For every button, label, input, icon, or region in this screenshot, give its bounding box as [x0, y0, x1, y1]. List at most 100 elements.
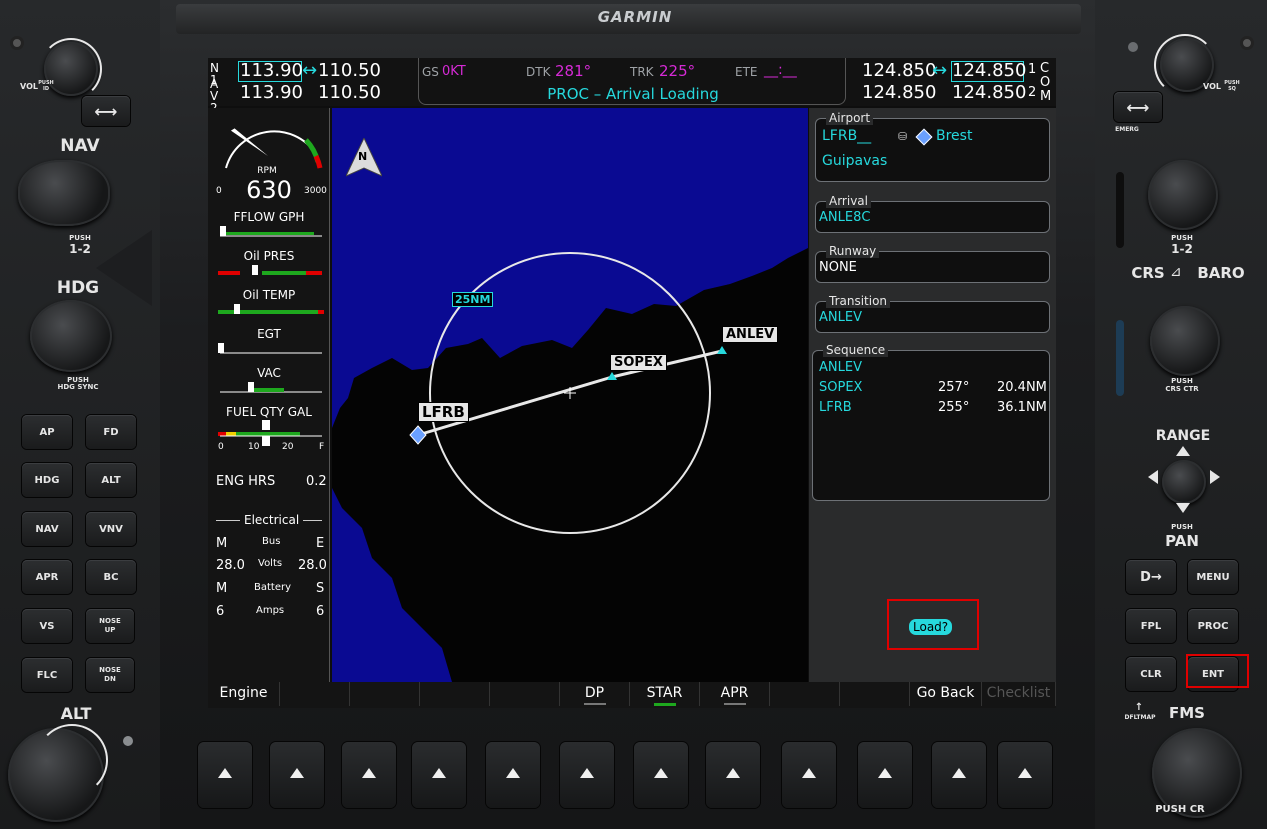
- softkey-blank-3[interactable]: [350, 682, 420, 706]
- softkey-button-10[interactable]: [858, 742, 912, 808]
- softkey-button-12[interactable]: [998, 742, 1052, 808]
- garmin-logo: GARMIN: [597, 8, 673, 26]
- alt-button[interactable]: ALT: [86, 463, 136, 497]
- hdg-button[interactable]: HDG: [22, 463, 72, 497]
- transition-title: Transition: [826, 294, 891, 308]
- proc-button[interactable]: PROC: [1188, 609, 1238, 643]
- softkey-engine[interactable]: Engine: [208, 682, 280, 706]
- nav1-active-freq[interactable]: 113.90: [240, 60, 303, 81]
- com-knob[interactable]: [1148, 160, 1218, 230]
- softkey-button-1[interactable]: [198, 742, 252, 808]
- softkey-button-11[interactable]: [932, 742, 986, 808]
- runway-value[interactable]: NONE: [819, 260, 857, 275]
- range-label: 25NM: [452, 292, 494, 307]
- range-knob[interactable]: [1162, 460, 1206, 504]
- softkey-button-4[interactable]: [412, 742, 466, 808]
- nav1-standby-freq[interactable]: 110.50: [318, 60, 381, 81]
- sequence-wpt-2: SOPEX: [819, 380, 863, 395]
- com1-standby-freq[interactable]: 124.850: [952, 60, 1026, 81]
- range-up-arrow-icon[interactable]: [1176, 446, 1190, 456]
- softkey-button-8[interactable]: [706, 742, 760, 808]
- pan-label: PAN: [1165, 532, 1199, 550]
- sequence-wpt-1: ANLEV: [819, 360, 862, 375]
- softkey-arrow-icon: [802, 768, 816, 778]
- transition-value[interactable]: ANLEV: [819, 310, 862, 325]
- com2-label: 2: [1028, 85, 1037, 100]
- com-swap-button[interactable]: ⟷: [1114, 92, 1162, 122]
- volts-m-value: 28.0: [216, 558, 245, 573]
- mfd-screen: N 1 A V 2 113.90 ↔ 110.50 113.90 110.50 …: [208, 58, 1056, 708]
- softkey-blank-5[interactable]: [490, 682, 560, 706]
- softkey-button-6[interactable]: [560, 742, 614, 808]
- range-label: RANGE: [1155, 428, 1211, 444]
- softkey-checklist[interactable]: Checklist: [982, 682, 1056, 706]
- apr-button[interactable]: APR: [22, 560, 72, 594]
- flc-button[interactable]: FLC: [22, 658, 72, 692]
- egt-label: EGT: [257, 327, 281, 341]
- vnv-button[interactable]: VNV: [86, 512, 136, 546]
- fuel-qty-label: FUEL QTY GAL: [226, 405, 312, 419]
- vac-label: VAC: [257, 366, 281, 380]
- oil-temp-label: Oil TEMP: [242, 288, 296, 302]
- nose-up-button[interactable]: NOSE UP: [86, 609, 134, 643]
- baro-label: BARO: [1197, 264, 1245, 282]
- range-down-arrow-icon[interactable]: [1176, 503, 1190, 513]
- softkey-go-back[interactable]: Go Back: [910, 682, 982, 706]
- runway-title: Runway: [826, 244, 880, 258]
- nav-button[interactable]: NAV: [22, 512, 72, 546]
- airport-ident-field[interactable]: LFRB__: [822, 128, 871, 144]
- crs-label: CRS: [1131, 264, 1165, 282]
- softkey-blank-9[interactable]: [770, 682, 840, 706]
- vs-button[interactable]: VS: [22, 609, 72, 643]
- nose-dn-button[interactable]: NOSE DN: [86, 658, 134, 692]
- sequence-dist-3: 36.1NM: [997, 400, 1047, 415]
- fpl-button[interactable]: FPL: [1126, 609, 1176, 643]
- alt-label: ALT: [60, 704, 92, 723]
- menu-button[interactable]: MENU: [1188, 560, 1238, 594]
- navigation-map[interactable]: N 25NM LFRB SOPEX ANLEV: [332, 108, 808, 682]
- dimmer-slot: [1116, 320, 1124, 396]
- gs-label: GS: [422, 65, 439, 79]
- coastline-land: [332, 248, 808, 682]
- fuel-tick-20: 20: [282, 442, 294, 452]
- com2-active-freq[interactable]: 124.850: [862, 82, 936, 103]
- amps-s-value: 6: [316, 604, 325, 619]
- softkey-button-7[interactable]: [634, 742, 688, 808]
- north-arrow-icon: N: [344, 136, 384, 178]
- clr-button[interactable]: CLR: [1126, 657, 1176, 691]
- softkey-button-9[interactable]: [782, 742, 836, 808]
- softkey-button-2[interactable]: [270, 742, 324, 808]
- waypoint-label-anlev: ANLEV: [722, 326, 779, 343]
- bc-button[interactable]: BC: [86, 560, 136, 594]
- com1-active-freq[interactable]: 124.850: [862, 60, 936, 81]
- battery-s-label: S: [316, 581, 325, 596]
- fd-button[interactable]: FD: [86, 415, 136, 449]
- softkey-blank-2[interactable]: [280, 682, 350, 706]
- oil-pres-gauge: [218, 265, 322, 275]
- battery-label: Battery: [254, 582, 292, 593]
- fuel-tick-0: 0: [218, 442, 224, 452]
- fms-push-label: PUSH CR: [1155, 804, 1205, 815]
- com2-standby-freq[interactable]: 124.850: [952, 82, 1026, 103]
- nav-swap-button[interactable]: ⟷: [82, 96, 130, 126]
- softkey-arrow-icon: [1018, 768, 1032, 778]
- softkey-blank-10[interactable]: [840, 682, 910, 706]
- com-push-label: PUSH: [1171, 234, 1193, 242]
- arrival-value[interactable]: ANLE8C: [819, 210, 870, 225]
- crs-baro-knob[interactable]: [1150, 306, 1220, 376]
- nav2-standby-freq[interactable]: 110.50: [318, 82, 381, 103]
- amps-label: Amps: [256, 605, 285, 616]
- ap-button[interactable]: AP: [22, 415, 72, 449]
- hdg-label: HDG: [56, 278, 100, 298]
- nav-knob[interactable]: [18, 160, 110, 226]
- range-right-arrow-icon[interactable]: [1210, 470, 1220, 484]
- nav2-active-freq[interactable]: 113.90: [240, 82, 303, 103]
- softkey-button-5[interactable]: [486, 742, 540, 808]
- softkey-button-3[interactable]: [342, 742, 396, 808]
- hdg-knob[interactable]: [30, 300, 112, 372]
- softkey-blank-4[interactable]: [420, 682, 490, 706]
- direct-to-button[interactable]: D→: [1126, 560, 1176, 594]
- ent-highlight-box: [1186, 654, 1249, 688]
- rpm-label: RPM: [257, 166, 277, 176]
- range-left-arrow-icon[interactable]: [1148, 470, 1158, 484]
